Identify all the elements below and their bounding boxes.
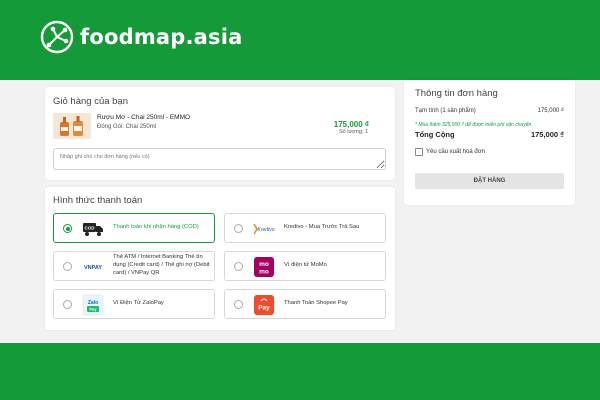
wine-bottles-image	[53, 113, 91, 139]
payment-option-label: Ví điện tử MoMo	[284, 262, 327, 269]
product-name[interactable]: Rượu Mơ - Chai 250ml - EMMO	[97, 114, 190, 121]
summary-title: Thông tin đơn hàng	[415, 88, 498, 99]
radio-unselected-icon[interactable]	[63, 300, 72, 309]
product-quantity: Số lượng: 1	[339, 129, 368, 135]
invoice-checkbox[interactable]	[415, 148, 423, 156]
site-logo[interactable]: foodmap.asia	[40, 20, 243, 54]
cod-truck-icon: COD	[83, 223, 103, 236]
zalopay-logo: Zalo Pay	[82, 294, 104, 316]
svg-text:Kredivo: Kredivo	[258, 227, 275, 233]
subtotal-row: Tạm tính (1 sản phẩm) 175,000 ₫	[415, 108, 564, 114]
svg-text:Pay: Pay	[258, 305, 270, 312]
kredivo-logo: Kredivo	[253, 223, 275, 235]
total-label: Tổng Cộng	[415, 130, 455, 139]
invoice-request[interactable]: Yêu cầu xuất hoá đơn	[415, 148, 485, 156]
radio-unselected-icon[interactable]	[234, 224, 243, 233]
payment-option-label: Kredivo - Mua Trước Trả Sau	[284, 224, 360, 231]
radio-unselected-icon[interactable]	[234, 262, 243, 271]
place-order-button[interactable]: ĐẶT HÀNG	[415, 173, 564, 189]
payment-option-momo[interactable]: mo mo Ví điện tử MoMo	[224, 251, 386, 281]
radio-selected-icon[interactable]	[63, 224, 72, 233]
product-variant: Đóng Gói: Chai 250ml	[97, 124, 157, 130]
cart-card: Giỏ hàng của bạn Rượu Mơ - Chai 250ml - …	[45, 87, 395, 180]
payment-option-zalopay[interactable]: Zalo Pay Ví Điện Tử ZaloPay	[53, 289, 215, 319]
payment-option-label: Thanh Toán Shopee Pay	[284, 300, 348, 307]
payment-option-kredivo[interactable]: Kredivo Kredivo - Mua Trước Trả Sau	[224, 213, 386, 243]
payment-option-cod[interactable]: COD Thanh toán khi nhận hàng (COD)	[53, 213, 215, 243]
payment-option-vnpay[interactable]: VNPAY Thẻ ATM / Internet Banking Thẻ tín…	[53, 251, 215, 281]
momo-logo: mo mo	[254, 257, 274, 277]
foodmap-logo-icon	[40, 20, 74, 54]
payment-option-label: Ví Điện Tử ZaloPay	[113, 300, 164, 307]
vnpay-logo: VNPAY	[84, 265, 102, 271]
subtotal-label: Tạm tính (1 sản phẩm)	[415, 108, 476, 114]
free-shipping-note: * Mua thêm 325,000 ₫ để được miễn phí vậ…	[415, 122, 532, 128]
site-header: foodmap.asia	[0, 0, 600, 80]
payment-option-shopeepay[interactable]: Pay Thanh Toán Shopee Pay	[224, 289, 386, 319]
payment-option-label: Thanh toán khi nhận hàng (COD)	[113, 224, 199, 231]
invoice-label: Yêu cầu xuất hoá đơn	[426, 149, 485, 155]
product-price: 175,000 ₫	[333, 120, 369, 129]
total-value: 175,000 ₫	[530, 130, 564, 139]
payment-methods-card: Hình thức thanh toán COD Thanh toán khi …	[45, 187, 395, 330]
svg-text:COD: COD	[85, 226, 96, 231]
payment-option-label: Thẻ ATM / Internet Banking Thẻ tín dụng …	[113, 254, 210, 276]
svg-text:mo: mo	[259, 269, 269, 276]
subtotal-value: 175,000 ₫	[537, 108, 564, 114]
svg-text:Zalo: Zalo	[88, 300, 98, 306]
order-note-input[interactable]	[53, 148, 386, 170]
total-row: Tổng Cộng 175,000 ₫	[415, 130, 564, 139]
svg-text:mo: mo	[259, 261, 269, 268]
radio-unselected-icon[interactable]	[63, 262, 72, 271]
shopeepay-logo: Pay	[254, 295, 274, 315]
brand-name: foodmap.asia	[80, 25, 243, 49]
radio-unselected-icon[interactable]	[234, 300, 243, 309]
product-thumbnail[interactable]	[53, 113, 91, 139]
order-summary-card: Thông tin đơn hàng Tạm tính (1 sản phẩm)…	[404, 80, 575, 205]
svg-text:Pay: Pay	[89, 307, 97, 312]
svg-text:VNPAY: VNPAY	[84, 265, 102, 271]
payment-title: Hình thức thanh toán	[53, 195, 143, 206]
cart-title: Giỏ hàng của bạn	[53, 96, 129, 107]
site-footer	[0, 343, 600, 400]
